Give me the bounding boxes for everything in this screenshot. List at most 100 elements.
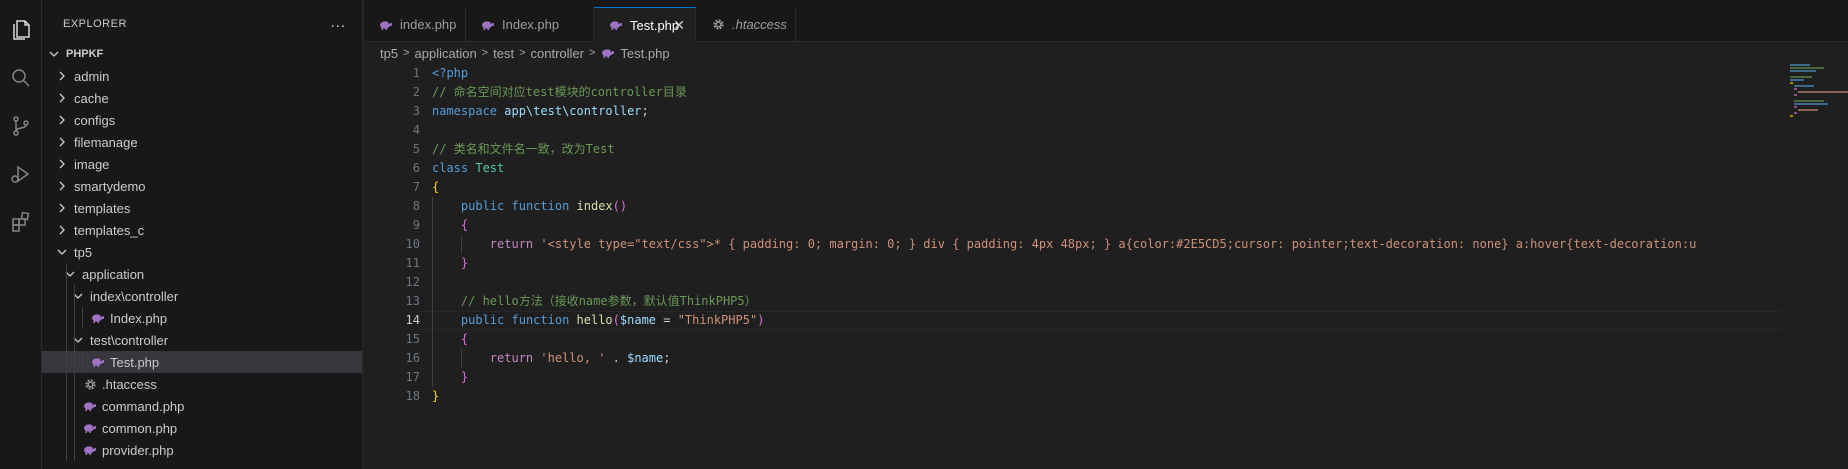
tab-label: Index.php [502,17,560,32]
code-token: { [432,180,440,194]
code-line[interactable] [432,121,1778,140]
breadcrumb-item[interactable]: application [415,46,477,61]
code-line[interactable]: } [432,254,1778,273]
tab-indexphp[interactable]: Index.php [466,7,594,42]
chevron-down-icon [54,244,70,260]
tree-item[interactable]: common.php [42,417,362,439]
tree-item[interactable]: templates_c [42,219,362,241]
code-line[interactable] [432,273,1778,292]
indent-guide [74,307,75,329]
tree-item[interactable]: provider.php [42,439,362,461]
tree-item[interactable]: admin [42,65,362,87]
tree-item[interactable]: application [42,263,362,285]
run-debug-icon[interactable] [8,161,34,187]
tree-item[interactable]: .htaccess [42,373,362,395]
gear-icon [710,17,726,33]
code-line[interactable]: // 类名和文件名一致，改为Test [432,140,1778,159]
code-line[interactable]: class Test [432,159,1778,178]
code-line[interactable]: // hello方法（接收name参数，默认值ThinkPHP5） [432,292,1778,311]
breadcrumb-item[interactable]: test [493,46,514,61]
more-actions-icon[interactable]: ... [330,14,346,31]
tree-item[interactable]: command.php [42,395,362,417]
minimap-line [1798,109,1818,111]
line-number: 10 [405,237,420,251]
code-line[interactable]: return '<style type="text/css">* { paddi… [432,235,1778,254]
code-token: namespace [432,104,498,118]
indent-guide [66,417,67,439]
code-content[interactable]: <?php // 命名空间对应test模块的controller目录 namespa… [432,64,1778,406]
code-line[interactable]: } [432,368,1778,387]
tab-htaccess[interactable]: .htaccess [696,7,796,42]
tree-item-label: .htaccess [102,376,157,392]
tree-item-label: templates [74,200,131,216]
tree-item-label: tp5 [74,244,93,260]
tab-testphp[interactable]: Test.php ✕ [594,7,696,42]
indent-guide [74,329,75,351]
line-number: 8 [412,199,420,213]
code-line[interactable]: // 命名空间对应test模块的controller目录 [432,83,1778,102]
extensions-icon[interactable] [8,209,34,235]
tree-item[interactable]: index\controller [42,285,362,307]
code-line[interactable]: { [432,178,1778,197]
tree-item[interactable]: Test.php [42,351,362,373]
code-editor[interactable]: 1 2 3 4 5 6 7 8 9 10 11 12 13 14 15 16 17 18 <?php// 命名空间… [364,64,1848,469]
tree-item[interactable]: image [42,153,362,175]
chevron-right-icon [54,90,70,106]
indent-guide [74,373,75,395]
code-token: () [612,199,628,213]
tree-item[interactable]: templates [42,197,362,219]
breadcrumb-file[interactable]: Test.php [600,45,670,61]
code-token: app\test\controller [504,104,642,118]
breadcrumb-separator-icon: > [588,47,596,59]
close-tab-icon[interactable]: ✕ [673,17,685,34]
code-line[interactable]: { [432,330,1778,349]
indent-guide [66,373,67,395]
code-token: $name [627,351,664,365]
code-line[interactable]: return 'hello, ' . $name; [432,349,1778,368]
minimap[interactable] [1782,64,1848,469]
tree-item-label: index\controller [90,288,179,304]
code-line[interactable]: namespace app\test\controller; [432,102,1778,121]
code-line[interactable]: public function hello($name = "ThinkPHP5… [432,311,1778,330]
code-token: . [605,351,628,365]
code-token: } [432,389,440,403]
breadcrumb-item[interactable]: controller [531,46,584,61]
source-control-icon[interactable] [8,113,34,139]
code-line[interactable]: { [432,216,1778,235]
tree-item[interactable]: filemanage [42,131,362,153]
minimap-line [1794,103,1828,105]
tree-item[interactable]: tp5 [42,241,362,263]
code-token: function [511,199,570,213]
code-token: ( [612,313,620,327]
tree-root-label: PHPKF [66,48,104,60]
explorer-files-icon[interactable] [8,17,34,43]
tree-root-phpkf[interactable]: PHPKF [42,43,362,65]
tree-item-label: image [74,156,110,172]
tree-item[interactable]: cache [42,87,362,109]
line-number: 4 [412,123,420,137]
code-token: public [460,313,505,327]
search-icon[interactable] [8,65,34,91]
breadcrumb-item[interactable]: tp5 [380,46,398,61]
line-number: 9 [412,218,420,232]
tree-item[interactable]: Index.php [42,307,362,329]
code-line[interactable]: public function index() [432,197,1778,216]
code-line[interactable]: <?php [432,64,1778,83]
explorer-sidebar: EXPLORER ... PHPKF admin cache configs file… [42,0,363,469]
chevron-right-icon [54,68,70,84]
code-token: class [432,161,469,175]
tree-item[interactable]: configs [42,109,362,131]
indent-guide [66,329,67,351]
minimap-line [1794,94,1797,96]
code-token: // hello方法（接收name参数，默认值ThinkPHP5） [460,294,757,308]
tab-indexphp[interactable]: index.php [364,7,466,42]
tree-item[interactable]: test\controller [42,329,362,351]
tree-item[interactable]: smartydemo [42,175,362,197]
line-number: 12 [405,275,420,289]
code-line[interactable]: } [432,387,1778,406]
